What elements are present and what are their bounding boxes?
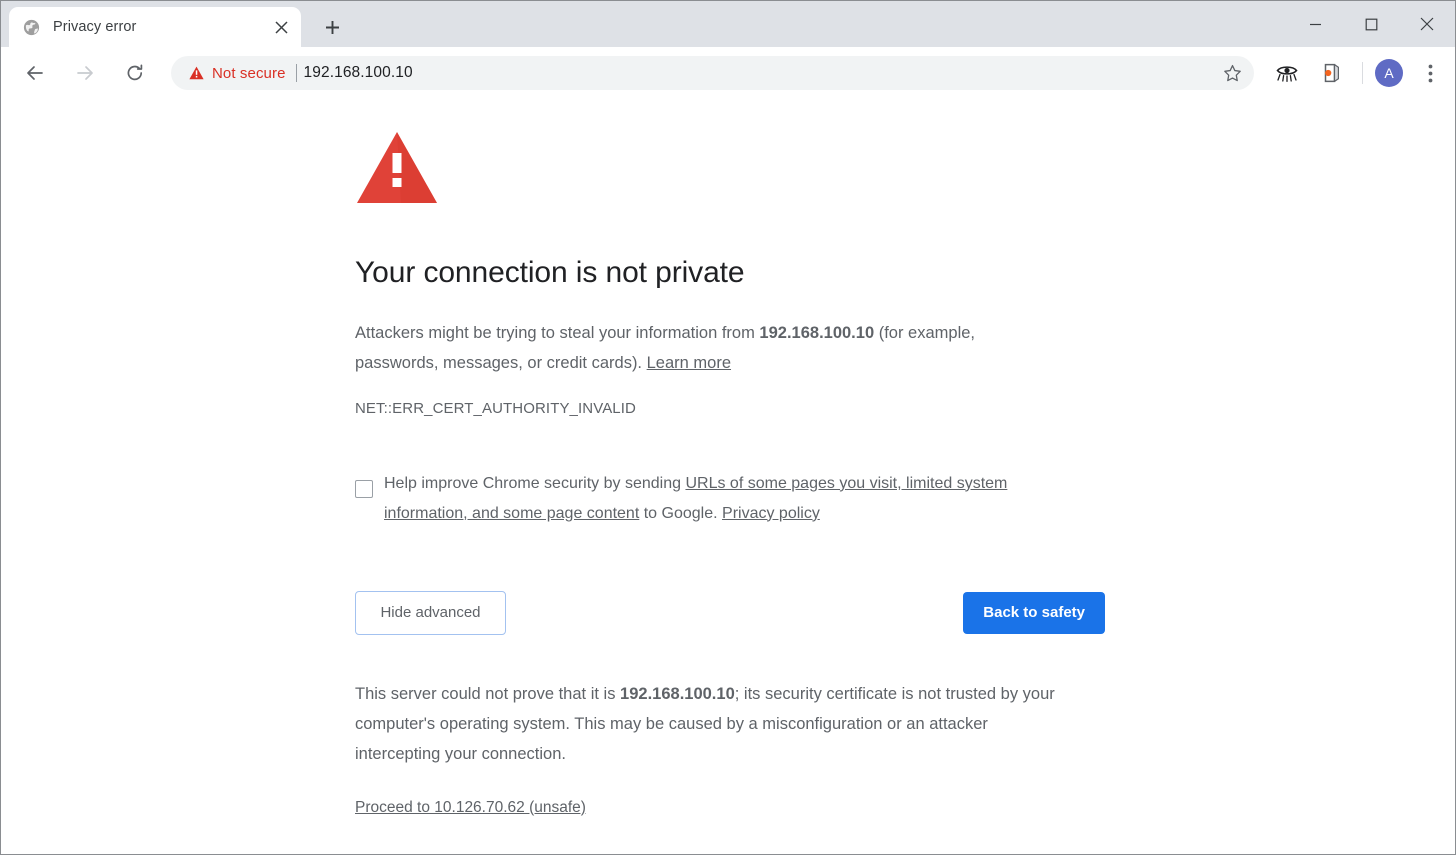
- safe-browsing-label: Help improve Chrome security by sending …: [384, 469, 1025, 529]
- toolbar-separator: [1362, 62, 1363, 84]
- error-host: 192.168.100.10: [759, 323, 875, 342]
- button-row: Hide advanced Back to safety: [355, 590, 1105, 635]
- close-window-button[interactable]: [1399, 4, 1455, 44]
- learn-more-link[interactable]: Learn more: [647, 354, 731, 372]
- forward-button[interactable]: [67, 55, 103, 91]
- error-description: Attackers might be trying to steal your …: [355, 318, 1055, 378]
- window-controls: [1287, 1, 1455, 47]
- error-description-part1: Attackers might be trying to steal your …: [355, 323, 755, 342]
- advanced-host: 192.168.100.10: [620, 684, 735, 703]
- three-dot-menu-icon[interactable]: [1415, 57, 1445, 89]
- eye-extension-icon[interactable]: [1272, 58, 1302, 88]
- optin-part2: to Google.: [643, 504, 718, 522]
- avatar[interactable]: A: [1375, 59, 1403, 87]
- page-title: Your connection is not private: [355, 256, 745, 289]
- privacy-policy-link[interactable]: Privacy policy: [722, 505, 820, 522]
- optin-part1: Help improve Chrome security by sending: [384, 474, 682, 492]
- advanced-part1: This server could not prove that it is: [355, 684, 616, 703]
- url-text: 192.168.100.10: [303, 64, 413, 81]
- close-icon[interactable]: [269, 15, 293, 39]
- error-code: NET::ERR_CERT_AUTHORITY_INVALID: [355, 399, 636, 417]
- safe-browsing-checkbox[interactable]: [355, 479, 373, 498]
- red-warning-triangle-icon: [355, 130, 439, 206]
- proceed-unsafe-link[interactable]: Proceed to 10.126.70.62 (unsafe): [355, 799, 586, 817]
- minimize-button[interactable]: [1287, 4, 1343, 44]
- star-icon[interactable]: [1216, 57, 1248, 89]
- page-content: Your connection is not private Attackers…: [1, 99, 1455, 854]
- tab-strip: Privacy error: [1, 1, 1455, 47]
- security-status-text: Not secure: [212, 64, 286, 82]
- globe-icon: [23, 19, 40, 36]
- new-tab-button[interactable]: [317, 12, 347, 42]
- warning-triangle-icon[interactable]: [189, 66, 204, 80]
- browser-window: Privacy error Not secure 192.168.100.10 …: [0, 0, 1456, 855]
- tab-privacy-error[interactable]: Privacy error: [9, 7, 301, 47]
- safe-browsing-optin: Help improve Chrome security by sending …: [355, 469, 1025, 529]
- ssl-interstitial: Your connection is not private Attackers…: [355, 130, 1105, 817]
- back-button[interactable]: [17, 55, 53, 91]
- orange-dot-extension-icon[interactable]: [1316, 58, 1346, 88]
- reload-button[interactable]: [117, 55, 153, 91]
- tab-title: Privacy error: [53, 19, 137, 35]
- advanced-details: This server could not prove that it is 1…: [355, 679, 1055, 817]
- maximize-button[interactable]: [1343, 4, 1399, 44]
- advanced-text: This server could not prove that it is 1…: [355, 679, 1055, 769]
- browser-toolbar: Not secure 192.168.100.10 A: [1, 47, 1455, 99]
- back-to-safety-button[interactable]: Back to safety: [963, 591, 1105, 634]
- omnibox-separator: [295, 64, 297, 82]
- address-bar[interactable]: Not secure 192.168.100.10: [171, 56, 1254, 90]
- hide-advanced-button[interactable]: Hide advanced: [355, 590, 506, 635]
